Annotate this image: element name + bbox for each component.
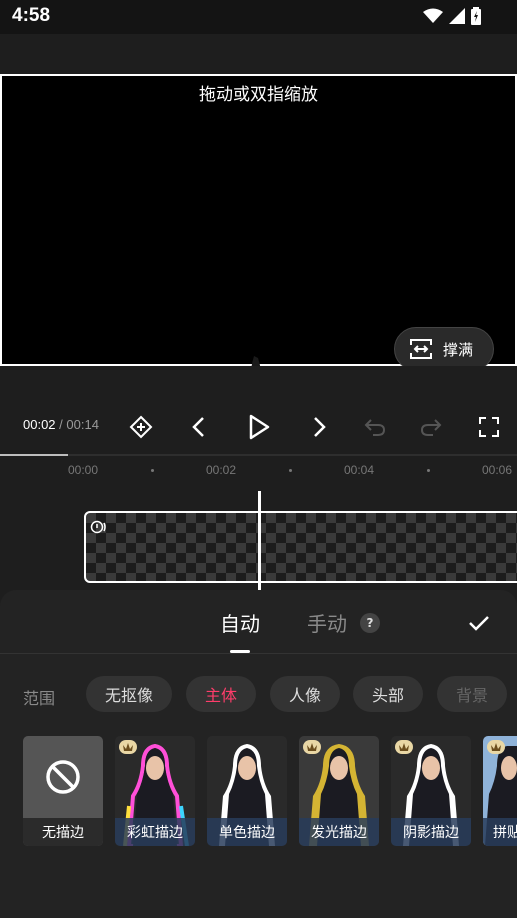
scope-chip[interactable]: 无抠像 xyxy=(86,676,172,712)
time-tick: 00:06 xyxy=(482,463,513,477)
help-icon[interactable]: ? xyxy=(360,613,380,633)
style-card-none[interactable]: 无描边 xyxy=(23,736,103,846)
scope-chip[interactable]: 背景 xyxy=(437,676,507,712)
play-button[interactable] xyxy=(244,412,274,442)
total-time: 00:14 xyxy=(66,417,99,432)
keyframe-icon xyxy=(129,415,153,439)
fill-screen-button[interactable]: 撑满 xyxy=(394,327,494,371)
vip-badge-icon xyxy=(303,740,321,754)
wifi-icon xyxy=(423,8,443,23)
vip-badge-icon xyxy=(395,740,413,754)
tick-dot xyxy=(151,469,154,472)
chevron-right-icon xyxy=(314,417,326,437)
signal-icon xyxy=(449,8,465,24)
scope-label: 范围 xyxy=(23,689,56,708)
style-label: 彩虹描边 xyxy=(115,818,195,846)
tick-dot xyxy=(289,469,292,472)
style-label: 拼贴 xyxy=(483,818,517,846)
vip-badge-icon xyxy=(487,740,505,754)
fill-screen-label: 撑满 xyxy=(443,340,474,359)
next-frame-button[interactable] xyxy=(304,412,334,442)
style-label: 无描边 xyxy=(23,818,103,846)
video-preview[interactable]: 拖动或双指缩放 xyxy=(0,74,517,406)
time-tick: 00:04 xyxy=(344,463,375,477)
style-label: 发光描边 xyxy=(299,818,379,846)
panel-divider xyxy=(0,653,517,654)
cutout-panel: 自动 手动 ? 范围 无抠像 主体 人像 头部 背景 无描边 彩虹描边 单色描边 xyxy=(0,590,517,918)
style-card-glow[interactable]: 发光描边 xyxy=(299,736,379,846)
style-card-rainbow[interactable]: 彩虹描边 xyxy=(115,736,195,846)
tab-auto[interactable]: 自动 xyxy=(220,608,260,637)
time-tick: 00:00 xyxy=(68,463,99,477)
status-time: 4:58 xyxy=(12,5,51,26)
time-tick: 00:02 xyxy=(206,463,237,477)
style-card-mono[interactable]: 单色描边 xyxy=(207,736,287,846)
clip-audio-icon xyxy=(90,520,106,534)
time-separator: / xyxy=(55,417,67,432)
tab-manual[interactable]: 手动 xyxy=(307,608,347,637)
current-time: 00:02 xyxy=(23,417,56,432)
battery-icon xyxy=(471,7,481,25)
redo-icon xyxy=(420,419,442,436)
style-card-collage[interactable]: 拼贴 xyxy=(483,736,517,846)
playhead[interactable] xyxy=(258,491,261,590)
fullscreen-button[interactable] xyxy=(474,412,504,442)
style-card-shadow[interactable]: 阴影描边 xyxy=(391,736,471,846)
scope-chip[interactable]: 头部 xyxy=(353,676,423,712)
play-icon xyxy=(249,414,270,440)
style-label: 单色描边 xyxy=(207,818,287,846)
redo-button[interactable] xyxy=(416,412,446,442)
vip-badge-icon xyxy=(119,740,137,754)
timecode: 00:02 / 00:14 xyxy=(23,417,99,432)
tick-dot xyxy=(427,469,430,472)
scope-chip-selected[interactable]: 主体 xyxy=(186,676,256,712)
fit-icon xyxy=(410,339,432,359)
scope-chip[interactable]: 人像 xyxy=(270,676,340,712)
top-spacer xyxy=(0,34,517,74)
player-controls: 00:02 / 00:14 xyxy=(0,366,517,456)
chevron-left-icon xyxy=(192,417,204,437)
prev-frame-button[interactable] xyxy=(184,412,214,442)
undo-button[interactable] xyxy=(360,412,390,442)
no-style-icon xyxy=(46,760,80,794)
status-icons xyxy=(423,7,481,25)
confirm-check-icon[interactable] xyxy=(466,610,492,636)
preview-hint: 拖动或双指缩放 xyxy=(199,85,318,105)
video-clip[interactable] xyxy=(84,511,517,583)
style-label: 阴影描边 xyxy=(391,818,471,846)
keyframe-button[interactable] xyxy=(126,412,156,442)
undo-icon xyxy=(364,419,386,436)
fullscreen-icon xyxy=(479,417,499,437)
status-bar: 4:58 xyxy=(0,0,517,34)
